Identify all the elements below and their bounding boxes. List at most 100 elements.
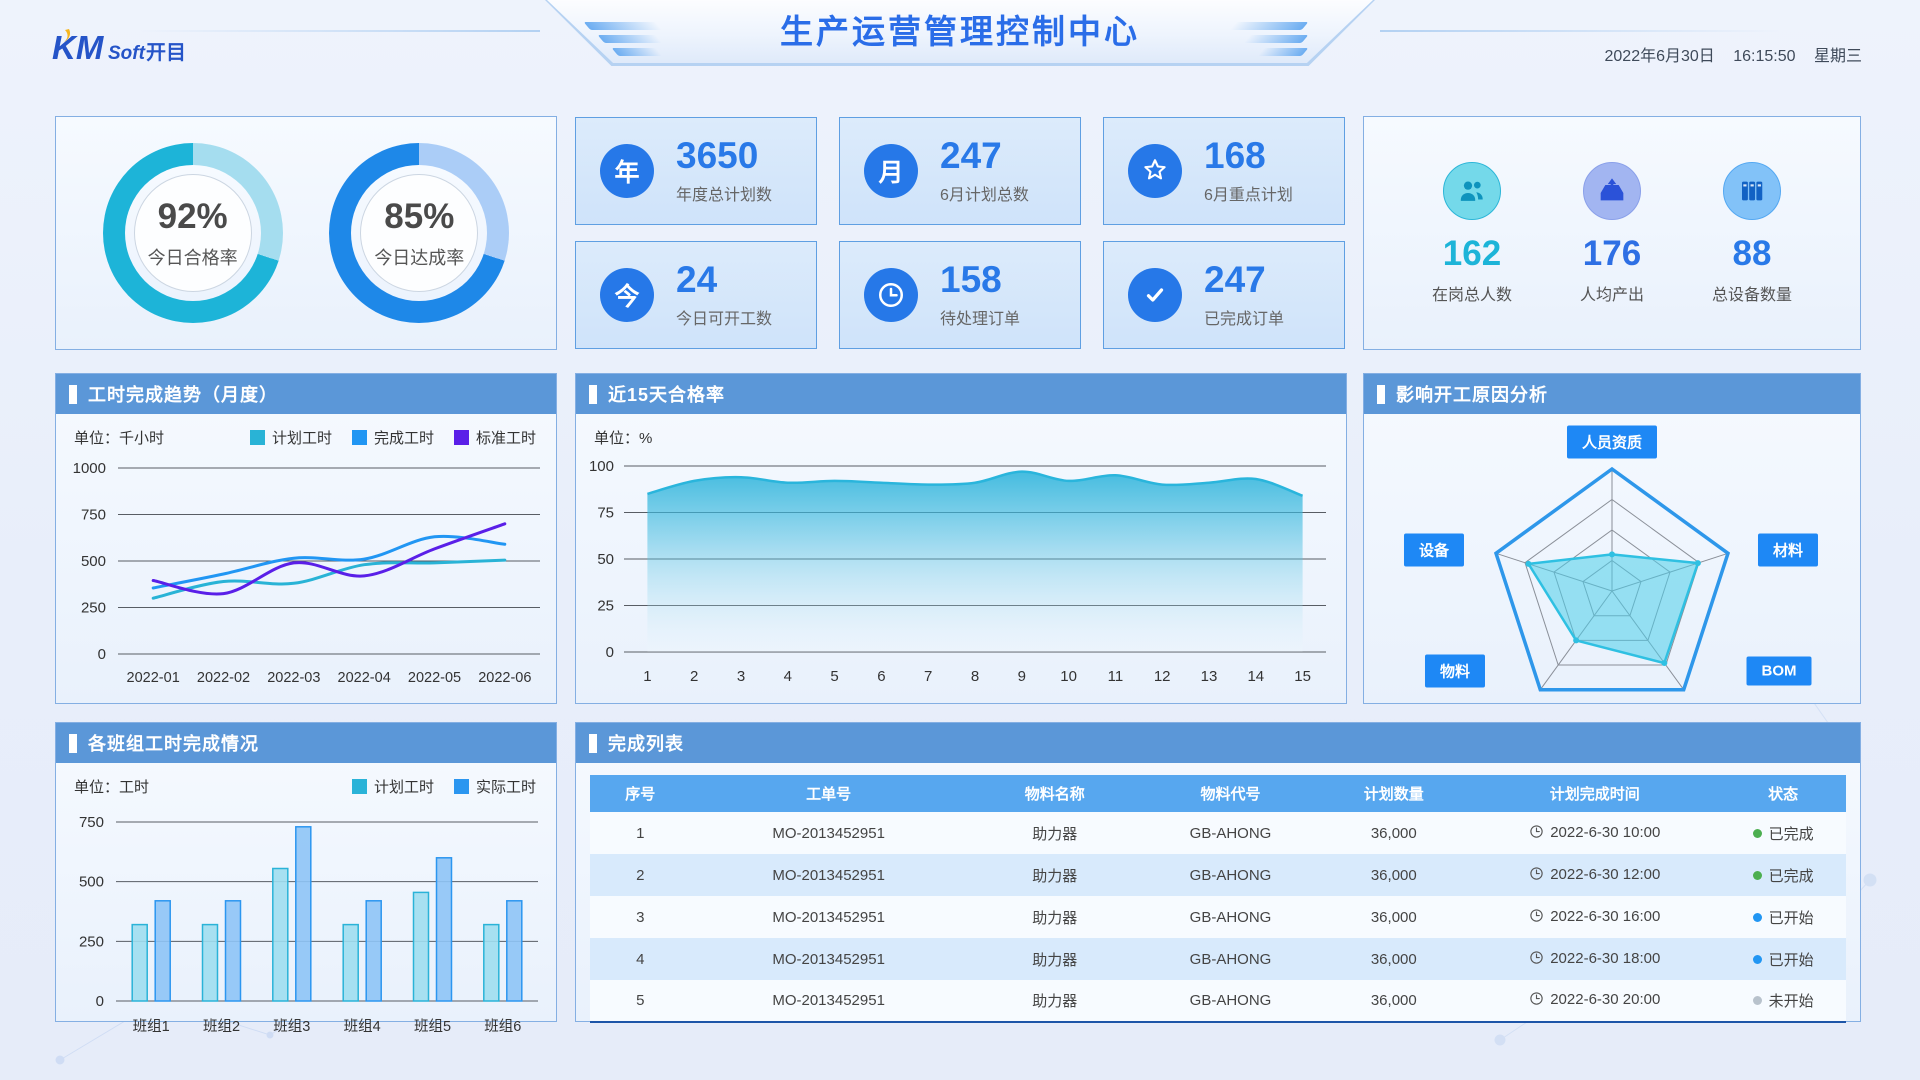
table-row[interactable]: 1MO-2013452951助力器GB-AHONG36,0002022-6-30… [590, 812, 1846, 854]
svg-text:15: 15 [1294, 668, 1311, 685]
legend-item-计划工时[interactable]: 计划工时 [352, 776, 434, 797]
status-dot [1753, 996, 1762, 1005]
svg-text:75: 75 [597, 505, 614, 522]
status-dot [1753, 955, 1762, 964]
table-column-header: 物料名称 [967, 775, 1143, 812]
table-clock-icon [1529, 908, 1544, 923]
table-row[interactable]: 3MO-2013452951助力器GB-AHONG36,0002022-6-30… [590, 896, 1846, 938]
stat-card-value: 247 [1204, 261, 1284, 298]
today-rate-gauge: 85%今日达成率 [329, 143, 509, 323]
table-row[interactable]: 4MO-2013452951助力器GB-AHONG36,0002022-6-30… [590, 938, 1846, 980]
svg-text:250: 250 [81, 600, 106, 617]
cell-code: GB-AHONG [1143, 812, 1319, 854]
kpi-label: 人均产出 [1580, 281, 1644, 305]
cell-material: 助力器 [967, 938, 1143, 980]
year-glyph-icon: 年 [600, 144, 654, 198]
stat-card-label: 待处理订单 [940, 305, 1020, 329]
svg-text:2022-01: 2022-01 [127, 670, 180, 686]
panel-title: 近15天合格率 [608, 381, 725, 407]
legend-item-计划工时[interactable]: 计划工时 [250, 427, 332, 448]
cell-order: MO-2013452951 [690, 812, 966, 854]
clock-icon [876, 280, 906, 310]
svg-text:13: 13 [1201, 668, 1218, 685]
kpi-label: 总设备数量 [1712, 281, 1792, 305]
panel-title: 各班组工时完成情况 [88, 730, 259, 756]
kpi-value: 162 [1432, 236, 1512, 271]
table-column-header: 计划完成时间 [1469, 775, 1720, 812]
table-row[interactable]: 5MO-2013452951助力器GB-AHONG36,0002022-6-30… [590, 980, 1846, 1022]
stat-card-text: 247已完成订单 [1204, 261, 1284, 329]
radar-axis-label-人员资质: 人员资质 [1567, 426, 1657, 459]
legend-item-标准工时[interactable]: 标准工时 [454, 427, 536, 448]
header-line-right [1380, 30, 1780, 32]
table-column-header: 状态 [1720, 775, 1846, 812]
stat-card-value: 3650 [676, 137, 772, 174]
cell-code: GB-AHONG [1143, 896, 1319, 938]
svg-text:100: 100 [589, 458, 614, 475]
kpi-item: 88总设备数量 [1712, 162, 1792, 305]
inbox-icon-circle [1583, 162, 1641, 220]
gauge-value: 92% [158, 197, 228, 237]
svg-text:班组3: 班组3 [273, 1018, 310, 1035]
svg-text:班组5: 班组5 [414, 1018, 451, 1035]
cell-status: 已完成 [1720, 812, 1846, 854]
svg-text:500: 500 [79, 874, 104, 891]
status-dot [1753, 829, 1762, 838]
clock-icon [864, 268, 918, 322]
svg-text:500: 500 [81, 553, 106, 570]
cabinet-icon [1736, 175, 1768, 207]
svg-text:25: 25 [597, 598, 614, 615]
svg-text:9: 9 [1018, 668, 1026, 685]
title-marker [589, 385, 597, 404]
people-icon-circle [1443, 162, 1501, 220]
star-icon [1140, 156, 1170, 186]
legend-swatch [352, 779, 367, 794]
legend-item-完成工时[interactable]: 完成工时 [352, 427, 434, 448]
stat-card: 247已完成订单 [1103, 241, 1345, 349]
workhour-trend-panel: 工时完成趋势（月度） 单位：千小时 计划工时完成工时标准工时 0 250 500… [55, 373, 557, 704]
svg-text:班组2: 班组2 [203, 1018, 240, 1035]
panel-header: 完成列表 [576, 723, 1860, 763]
legend-item-实际工时[interactable]: 实际工时 [454, 776, 536, 797]
panel-header: 工时完成趋势（月度） [56, 374, 556, 414]
svg-text:750: 750 [79, 814, 104, 831]
svg-text:2022-05: 2022-05 [408, 670, 461, 686]
svg-text:班组4: 班组4 [344, 1018, 381, 1035]
star-icon [1128, 144, 1182, 198]
check-icon [1140, 280, 1170, 310]
title-marker [69, 734, 77, 753]
cell-material: 助力器 [967, 854, 1143, 896]
svg-text:0: 0 [96, 993, 104, 1010]
gauge-center: 85%今日达成率 [360, 174, 478, 292]
page-title: 生产运营管理控制中心 [545, 0, 1375, 66]
cell-time: 2022-6-30 10:00 [1469, 812, 1720, 854]
radar-chart: 人员资质材料BOM物料设备 [1364, 414, 1860, 703]
gauge-value: 85% [384, 197, 454, 237]
legend-swatch [454, 430, 469, 445]
panel-header: 近15天合格率 [576, 374, 1346, 414]
cell-material: 助力器 [967, 812, 1143, 854]
svg-text:0: 0 [606, 644, 614, 661]
svg-text:2022-04: 2022-04 [338, 670, 391, 686]
stat-card-text: 158待处理订单 [940, 261, 1020, 329]
kmsoft-logo: KM Soft 开目 [52, 28, 232, 75]
people-icon [1456, 175, 1488, 207]
svg-text:0: 0 [98, 646, 106, 663]
time-text: 16:15:50 [1733, 48, 1795, 65]
table-row[interactable]: 2MO-2013452951助力器GB-AHONG36,0002022-6-30… [590, 854, 1846, 896]
stat-card-value: 168 [1204, 137, 1293, 174]
cell-code: GB-AHONG [1143, 980, 1319, 1022]
svg-text:班组6: 班组6 [484, 1018, 521, 1035]
table-clock-icon [1529, 950, 1544, 965]
svg-text:5: 5 [830, 668, 838, 685]
svg-text:1000: 1000 [73, 460, 106, 477]
datetime-display: 2022年6月30日 16:15:50 星期三 [1591, 42, 1863, 66]
stat-card-text: 3650年度总计划数 [676, 137, 772, 205]
cell-order: MO-2013452951 [690, 938, 966, 980]
cell-status: 已开始 [1720, 938, 1846, 980]
cell-no: 2 [590, 854, 690, 896]
radar-axis-label-BOM: BOM [1747, 657, 1812, 686]
stat-cards: 年3650年度总计划数月2476月计划总数1686月重点计划今24今日可开工数1… [575, 117, 1345, 350]
cell-code: GB-AHONG [1143, 854, 1319, 896]
trend-line-chart: 0 250 500 750 10002022-012022-022022-032… [56, 448, 556, 703]
